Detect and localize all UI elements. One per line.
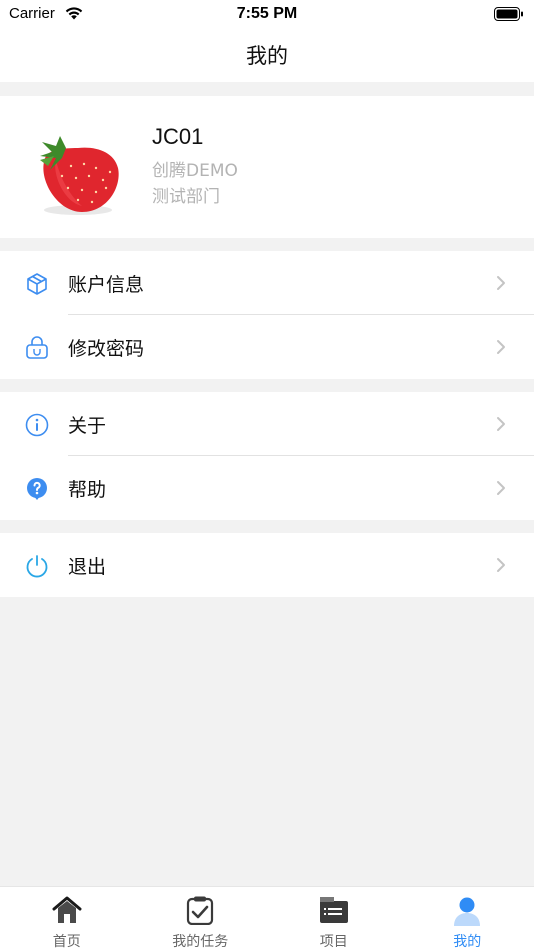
- strawberry-icon: [40, 136, 119, 215]
- project-folder-icon: [318, 895, 350, 929]
- power-icon: [24, 553, 50, 579]
- chevron-right-icon: [496, 480, 506, 496]
- tab-label-my-tasks: 我的任务: [172, 934, 229, 950]
- lock-icon: [24, 335, 50, 361]
- tab-bar: 首页 我的任务 项目 我的: [0, 886, 534, 950]
- help-icon: [24, 476, 50, 502]
- company-name: 创腾DEMO: [152, 161, 238, 181]
- home-icon: [51, 895, 83, 929]
- tab-label-mine: 我的: [453, 934, 482, 950]
- tab-label-home: 首页: [52, 934, 81, 950]
- profile-card[interactable]: JC01 创腾DEMO 测试部门: [0, 96, 534, 238]
- menu-label-help: 帮助: [68, 479, 107, 501]
- info-menu-group: 关于 帮助: [0, 392, 534, 520]
- box-icon: [24, 271, 50, 297]
- menu-item-about[interactable]: 关于: [0, 392, 534, 456]
- menu-item-change-password[interactable]: 修改密码: [0, 315, 534, 379]
- nav-bar: 我的: [0, 28, 534, 82]
- status-bar: Carrier 7:55 PM: [0, 0, 534, 28]
- page-title: 我的: [246, 44, 288, 68]
- menu-label-about: 关于: [68, 415, 107, 437]
- user-name: JC01: [152, 124, 204, 149]
- tab-projects[interactable]: 项目: [267, 887, 401, 950]
- menu-label-logout: 退出: [68, 556, 107, 578]
- tab-label-projects: 项目: [319, 934, 348, 950]
- task-clipboard-icon: [186, 895, 214, 929]
- tab-my-tasks[interactable]: 我的任务: [134, 887, 268, 950]
- chevron-right-icon: [496, 557, 506, 573]
- menu-label-change-password: 修改密码: [68, 338, 145, 360]
- menu-label-account-info: 账户信息: [68, 274, 145, 296]
- logout-menu-group: 退出: [0, 533, 534, 597]
- menu-item-account-info[interactable]: 账户信息: [0, 251, 534, 315]
- account-menu-group: 账户信息 修改密码: [0, 251, 534, 379]
- tab-home[interactable]: 首页: [0, 887, 134, 950]
- department-name: 测试部门: [152, 187, 220, 207]
- chevron-right-icon: [496, 416, 506, 432]
- clock: 7:55 PM: [236, 5, 298, 22]
- person-icon: [452, 895, 482, 931]
- menu-item-help[interactable]: 帮助: [0, 456, 534, 520]
- tab-mine[interactable]: 我的: [401, 887, 534, 950]
- info-icon: [24, 412, 50, 438]
- avatar: [26, 126, 126, 218]
- chevron-right-icon: [496, 339, 506, 355]
- chevron-right-icon: [496, 275, 506, 291]
- battery-icon: [494, 6, 524, 25]
- menu-item-logout[interactable]: 退出: [0, 533, 534, 597]
